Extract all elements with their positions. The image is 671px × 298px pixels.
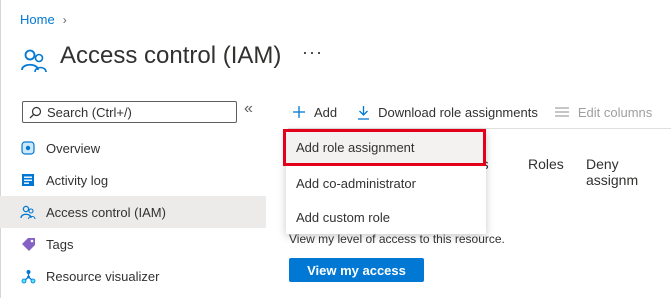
edit-columns-button[interactable]: Edit columns [554,105,652,120]
columns-icon [554,106,570,118]
view-my-access-button[interactable]: View my access [289,258,424,282]
highlight-annotation-box [283,129,486,166]
breadcrumb-home-link[interactable]: Home [20,12,55,27]
breadcrumb: Home › [20,12,67,27]
overview-icon [20,140,36,156]
users-icon [21,49,47,73]
more-options-icon[interactable]: ··· [302,42,323,63]
tab-roles[interactable]: Roles [528,156,564,172]
edit-columns-label: Edit columns [577,104,653,120]
download-role-assignments-button[interactable]: Download role assignments [357,105,538,120]
search-placeholder: Search (Ctrl+/) [47,104,132,120]
resource-visualizer-icon [20,268,36,284]
access-control-icon [20,204,36,220]
command-bar: Add Download role assignments Edit colum… [292,102,652,122]
sidebar-item-label: Activity log [46,172,109,188]
sidebar-item-overview[interactable]: Overview [0,132,266,164]
check-access-description: View my level of access to this resource… [289,232,505,246]
sidebar-item-tags[interactable]: Tags [0,228,266,260]
download-button-label: Download role assignments [378,104,538,120]
menu-item-add-custom-role[interactable]: Add custom role [286,200,486,234]
page-title: Access control (IAM) [60,42,282,69]
sidebar-nav: Overview Activity log Access control (IA… [0,132,266,292]
chevron-right-icon: › [62,12,67,27]
add-button-label: Add [314,104,338,120]
activity-log-icon [20,172,36,188]
collapse-menu-icon[interactable]: « [244,100,253,118]
tag-icon [20,236,36,252]
sidebar-item-label: Overview [46,140,101,156]
search-input[interactable]: Search (Ctrl+/) [22,101,237,123]
tab-deny-assignments[interactable]: Deny assignm [586,156,671,188]
page-header: Access control (IAM) [20,38,281,74]
download-icon [357,105,370,120]
add-button[interactable]: Add [292,105,337,120]
menu-item-add-co-administrator[interactable]: Add co-administrator [286,166,486,200]
sidebar-item-activity-log[interactable]: Activity log [0,164,266,196]
plus-icon [292,105,306,119]
menu-item-label: Add co-administrator [296,175,416,191]
sidebar-item-label: Access control (IAM) [46,204,166,220]
menu-item-label: Add custom role [296,209,390,225]
sidebar-item-resource-visualizer[interactable]: Resource visualizer [0,260,266,292]
search-icon [29,106,42,118]
sidebar-item-access-control[interactable]: Access control (IAM) [0,196,266,228]
sidebar-item-label: Tags [46,236,74,252]
sidebar-item-label: Resource visualizer [46,268,160,284]
